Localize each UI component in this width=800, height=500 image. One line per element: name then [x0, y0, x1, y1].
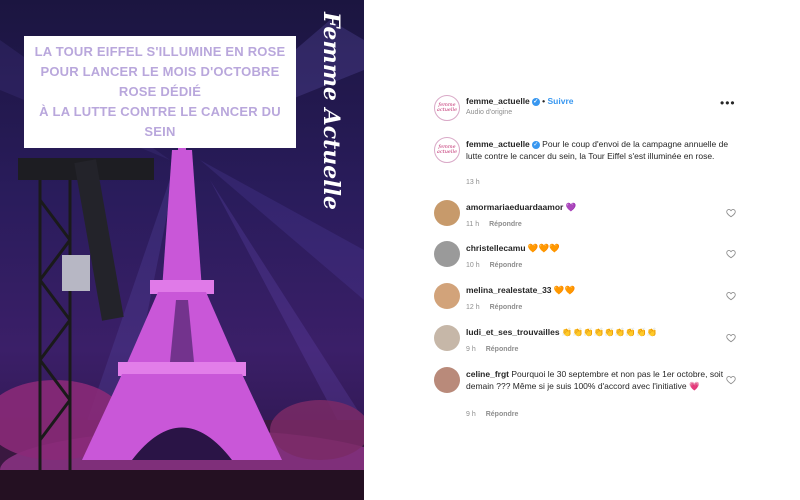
brand-overlay: Femme Actuelle	[310, 12, 350, 210]
app-window: LA TOUR EIFFEL S'ILLUMINE EN ROSE POUR L…	[0, 0, 800, 500]
post-media[interactable]: LA TOUR EIFFEL S'ILLUMINE EN ROSE POUR L…	[0, 0, 364, 500]
like-heart-icon[interactable]	[726, 208, 736, 218]
post-panel: femme actuelle femme_actuelle ✓ • Suivre …	[364, 0, 800, 500]
comment-time: 9 h	[466, 410, 476, 418]
comment-meta: 12 h Répondre	[466, 304, 522, 311]
comment-username[interactable]: melina_realestate_33	[466, 285, 552, 295]
caption-text-block: femme_actuelle ✓ Pour le coup d'envoi de …	[466, 139, 736, 162]
reply-button[interactable]: Répondre	[490, 304, 523, 311]
comment-time: 12 h	[466, 303, 480, 311]
comment-meta: 11 h Répondre	[466, 221, 522, 228]
comment-text: 💜	[565, 202, 577, 212]
comment-username[interactable]: ludi_et_ses_trouvailles	[466, 327, 560, 337]
author-avatar[interactable]: femme actuelle	[434, 95, 460, 121]
reply-button[interactable]: Répondre	[486, 411, 519, 418]
verified-icon: ✓	[531, 140, 540, 149]
caption-line-3: À LA LUTTE CONTRE LE CANCER DU SEIN	[39, 104, 281, 139]
comment-username[interactable]: amormariaeduardaamor	[466, 202, 563, 212]
comment-avatar[interactable]	[434, 325, 460, 351]
like-heart-icon[interactable]	[726, 291, 736, 301]
comment-avatar[interactable]	[434, 241, 460, 267]
caption-username[interactable]: femme_actuelle	[466, 139, 530, 149]
caption-time: 13 h	[466, 179, 480, 186]
comment-meta: 9 h Répondre	[466, 346, 518, 353]
follow-button[interactable]: Suivre	[548, 96, 574, 106]
caption-avatar-text: femme actuelle	[436, 144, 458, 155]
reply-button[interactable]: Répondre	[489, 221, 522, 228]
brand-overlay-text: Femme Actuelle	[318, 12, 344, 210]
media-caption-box: LA TOUR EIFFEL S'ILLUMINE EN ROSE POUR L…	[24, 36, 296, 148]
comment-avatar[interactable]	[434, 200, 460, 226]
header-username[interactable]: femme_actuelle	[466, 96, 530, 106]
comment-text: 🧡🧡	[553, 285, 576, 295]
reply-button[interactable]: Répondre	[490, 262, 523, 269]
comment-text-block: celine_frgt Pourquoi le 30 septembre et …	[466, 369, 726, 392]
like-heart-icon[interactable]	[726, 249, 736, 259]
author-avatar-text: femme actuelle	[436, 102, 458, 113]
comment-text-block: ludi_et_ses_trouvailles 👏👏👏👏👏👏👏👏👏	[466, 327, 726, 339]
comment-text-block: amormariaeduardaamor 💜	[466, 202, 726, 214]
comment-meta: 9 h Répondre	[466, 411, 518, 418]
comment-text: 👏👏👏👏👏👏👏👏👏	[561, 327, 658, 337]
comment-avatar[interactable]	[434, 367, 460, 393]
header-username-row: femme_actuelle ✓ • Suivre	[466, 96, 574, 106]
comment-meta: 10 h Répondre	[466, 262, 522, 269]
comment-text: 🧡🧡🧡	[527, 243, 560, 253]
comment-username[interactable]: christellecamu	[466, 243, 526, 253]
more-options-icon[interactable]: •••	[720, 96, 736, 110]
like-heart-icon[interactable]	[726, 375, 736, 385]
comment-username[interactable]: celine_frgt	[466, 369, 509, 379]
comment-time: 11 h	[466, 220, 480, 228]
comment-time: 10 h	[466, 261, 480, 269]
caption-line-2: POUR LANCER LE MOIS D'OCTOBRE ROSE DÉDIÉ	[40, 64, 280, 99]
caption-line-1: LA TOUR EIFFEL S'ILLUMINE EN ROSE	[34, 44, 286, 59]
verified-icon: ✓	[531, 97, 540, 106]
like-heart-icon[interactable]	[726, 333, 736, 343]
audio-label[interactable]: Audio d'origine	[466, 109, 512, 116]
reply-button[interactable]: Répondre	[486, 346, 519, 353]
comment-text-block: christellecamu 🧡🧡🧡	[466, 243, 726, 255]
comment-time: 9 h	[466, 345, 476, 353]
comment-avatar[interactable]	[434, 283, 460, 309]
comment-text-block: melina_realestate_33 🧡🧡	[466, 285, 726, 297]
caption-avatar[interactable]: femme actuelle	[434, 137, 460, 163]
